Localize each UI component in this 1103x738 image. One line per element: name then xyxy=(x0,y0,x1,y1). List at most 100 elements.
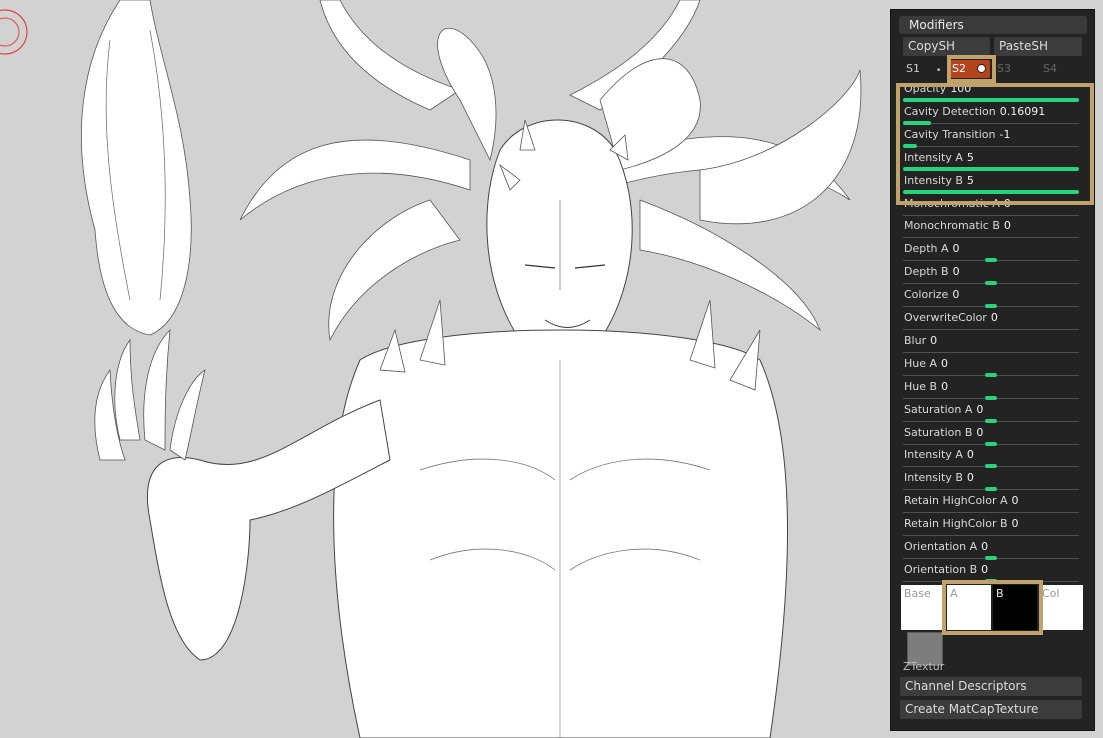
slider-label-text: Blur xyxy=(904,333,927,347)
slider-depth-a-7[interactable]: Depth A0 xyxy=(900,241,1082,263)
slider-value: 0 xyxy=(941,379,949,393)
slot-s2-label: S2 xyxy=(952,62,966,75)
canvas-viewport[interactable] xyxy=(0,0,888,738)
slot-s4[interactable]: S4 xyxy=(1043,60,1057,78)
slider-label: Intensity B5 xyxy=(904,174,974,188)
swatch-base-label: Base xyxy=(904,587,931,600)
slider-label-text: Saturation A xyxy=(904,402,973,416)
slider-fill[interactable] xyxy=(903,166,1079,171)
modifiers-panel: Modifiers CopySH PasteSH S1 • S2 S3 S4 O… xyxy=(890,9,1095,731)
slider-value: 0 xyxy=(1003,196,1011,210)
slider-orientation-b-21[interactable]: Orientation B0 xyxy=(900,562,1082,584)
slider-label: Hue B0 xyxy=(904,380,948,394)
slider-value: 100 xyxy=(950,82,972,95)
slider-label-text: Depth B xyxy=(904,265,949,279)
slider-colorize-9[interactable]: Colorize 0 xyxy=(900,287,1082,309)
slider-value: 5 xyxy=(966,173,974,187)
slider-cavity-transition-2[interactable]: Cavity Transition -1 xyxy=(900,127,1082,149)
slider-value: 0 xyxy=(966,448,974,462)
slider-label: Monochromatic A0 xyxy=(904,197,1011,211)
slider-value: 0 xyxy=(976,425,984,439)
slider-label-text: Retain HighColor A xyxy=(904,494,1008,508)
slider-intensity-b-17[interactable]: Intensity B0 xyxy=(900,470,1082,492)
slider-label-text: Depth A xyxy=(904,242,949,256)
slider-value: 0 xyxy=(941,356,949,370)
slider-knob[interactable] xyxy=(985,441,997,446)
slider-retain-highcolor-a-18[interactable]: Retain HighColor A0 xyxy=(900,493,1082,515)
slider-label: OverwriteColor 0 xyxy=(904,311,998,325)
slider-value: 0 xyxy=(952,265,960,279)
slider-value: 0 xyxy=(990,311,998,324)
slider-depth-b-8[interactable]: Depth B0 xyxy=(900,264,1082,286)
slider-overwritecolor-10[interactable]: OverwriteColor 0 xyxy=(900,310,1082,332)
slider-track[interactable] xyxy=(903,237,1079,239)
slider-track[interactable] xyxy=(903,535,1079,537)
slider-fill[interactable] xyxy=(903,120,932,125)
slider-intensity-a-16[interactable]: Intensity A0 xyxy=(900,447,1082,469)
slider-knob[interactable] xyxy=(985,487,997,492)
create-matcap-texture-button[interactable]: Create MatCapTexture xyxy=(900,700,1082,719)
slider-label: Depth B0 xyxy=(904,265,960,279)
swatch-col-label: Col xyxy=(1042,587,1060,600)
slider-label-text: OverwriteColor xyxy=(904,311,987,324)
slider-hue-b-13[interactable]: Hue B0 xyxy=(900,379,1082,401)
slider-knob[interactable] xyxy=(985,304,997,309)
slider-label: Blur 0 xyxy=(904,334,937,348)
slider-value: 0 xyxy=(1003,219,1011,233)
swatch-b[interactable]: B xyxy=(993,585,1037,630)
slider-intensity-a-3[interactable]: Intensity A5 xyxy=(900,150,1082,172)
slider-orientation-a-20[interactable]: Orientation A0 xyxy=(900,539,1082,561)
channel-descriptors-button[interactable]: Channel Descriptors xyxy=(900,677,1082,696)
slider-intensity-b-4[interactable]: Intensity B5 xyxy=(900,173,1082,195)
slider-fill[interactable] xyxy=(903,98,1079,102)
slider-hue-a-12[interactable]: Hue A0 xyxy=(900,356,1082,378)
slider-track[interactable] xyxy=(903,214,1079,216)
slider-track[interactable] xyxy=(903,145,1079,147)
slider-track[interactable] xyxy=(903,512,1079,514)
slider-retain-highcolor-b-19[interactable]: Retain HighColor B0 xyxy=(900,516,1082,538)
slider-label: Intensity A0 xyxy=(904,448,974,462)
slider-knob[interactable] xyxy=(985,258,997,263)
slot-s1-indicator-icon: • xyxy=(936,66,942,76)
slider-value: 0 xyxy=(981,562,989,576)
swatch-a-label: A xyxy=(950,587,958,600)
slider-blur-11[interactable]: Blur 0 xyxy=(900,333,1082,355)
slider-knob[interactable] xyxy=(985,395,997,400)
slot-s3[interactable]: S3 xyxy=(997,60,1011,78)
slider-knob[interactable] xyxy=(985,464,997,469)
slider-label-text: Hue B xyxy=(904,379,938,393)
slider-monochromatic-b-6[interactable]: Monochromatic B0 xyxy=(900,218,1082,240)
slider-knob[interactable] xyxy=(985,556,997,560)
slider-label-text: Cavity Transition xyxy=(904,127,996,141)
panel-title[interactable]: Modifiers xyxy=(899,16,1087,34)
slider-track[interactable] xyxy=(903,351,1079,353)
slot-s2[interactable]: S2 xyxy=(948,60,990,78)
paste-sh-button[interactable]: PasteSH xyxy=(994,37,1082,56)
swatch-a[interactable]: A xyxy=(947,585,991,630)
swatch-base[interactable]: Base xyxy=(901,585,945,630)
slider-knob[interactable] xyxy=(985,372,997,377)
slider-cavity-detection-1[interactable]: Cavity Detection 0.16091 xyxy=(900,104,1082,126)
slider-knob[interactable] xyxy=(985,578,997,583)
slider-label-text: Orientation A xyxy=(904,540,978,553)
slider-label: Cavity Transition -1 xyxy=(904,128,1010,142)
slider-fill[interactable] xyxy=(903,143,918,148)
slider-label-text: Hue A xyxy=(904,356,938,370)
slider-saturation-b-15[interactable]: Saturation B0 xyxy=(900,425,1082,447)
slider-saturation-a-14[interactable]: Saturation A0 xyxy=(900,402,1082,424)
slider-label: Retain HighColor A0 xyxy=(904,494,1019,508)
slider-value: 0 xyxy=(930,333,938,347)
slider-fill[interactable] xyxy=(903,189,1079,194)
slider-monochromatic-a-5[interactable]: Monochromatic A0 xyxy=(900,196,1082,218)
slider-opacity-0[interactable]: Opacity 100 xyxy=(900,81,1082,103)
slider-label: Orientation B0 xyxy=(904,563,988,577)
copy-sh-button[interactable]: CopySH xyxy=(903,37,990,56)
slot-s1[interactable]: S1 xyxy=(906,60,920,78)
slider-knob[interactable] xyxy=(985,418,997,423)
slider-track[interactable] xyxy=(903,329,1079,330)
slider-knob[interactable] xyxy=(985,281,997,286)
slider-value: 0 xyxy=(1011,517,1019,531)
slider-value: 0 xyxy=(981,540,989,553)
slider-label: Hue A0 xyxy=(904,357,948,371)
swatch-col[interactable]: Col xyxy=(1039,585,1083,630)
